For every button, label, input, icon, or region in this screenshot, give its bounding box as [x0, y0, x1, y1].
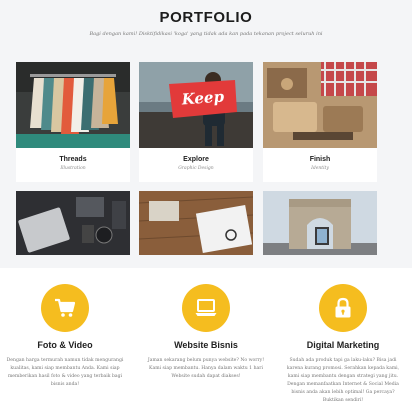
service-title: Foto & Video — [37, 340, 93, 350]
portfolio-item-desk[interactable] — [16, 191, 130, 255]
portfolio-image-desk[interactable] — [16, 191, 130, 255]
portfolio-subtitle: Bagi dengan kami! Disktifidikasi 'koga' … — [89, 31, 323, 37]
portfolio-image-arch[interactable] — [263, 191, 377, 255]
portfolio-item-arch[interactable] — [263, 191, 377, 255]
portfolio-image-threads[interactable] — [16, 62, 130, 148]
portfolio-item-subtitle: Graphic Design — [178, 166, 214, 171]
service-icon-circle — [182, 284, 230, 332]
service-description: Jaman sekarang belum punya website? No w… — [147, 358, 265, 379]
portfolio-item-threads[interactable]: Threads Illustration — [16, 62, 130, 182]
service-description: Sudah ada produk tapi ga laku-laku? Bisa… — [286, 358, 400, 403]
service-title: Digital Marketing — [306, 340, 380, 350]
portfolio-item-title: Threads — [59, 156, 87, 163]
portfolio-item-workspace[interactable] — [139, 191, 253, 255]
portfolio-section: PORTFOLIO Bagi dengan kami! Disktifidika… — [0, 0, 412, 268]
portfolio-title: PORTFOLIO — [159, 9, 253, 26]
lock-icon — [335, 297, 351, 318]
portfolio-caption: Threads Illustration — [16, 148, 130, 182]
portfolio-caption: Explore Graphic Design — [139, 148, 253, 182]
portfolio-image-finish[interactable] — [263, 62, 377, 148]
portfolio-item-explore[interactable]: Keep Explore Graphic Design — [139, 62, 253, 182]
portfolio-item-subtitle: Illustration — [60, 166, 86, 171]
portfolio-image-explore[interactable]: Keep — [139, 62, 253, 148]
service-description: Dengan harga termurah namun tidak mengur… — [6, 358, 124, 387]
portfolio-item-title: Explore — [183, 156, 209, 163]
portfolio-item-finish[interactable]: Finish Identity — [263, 62, 377, 182]
service-title: Website Bisnis — [174, 340, 238, 350]
portfolio-item-title: Finish — [309, 156, 331, 163]
service-icon-circle — [319, 284, 367, 332]
service-icon-circle — [41, 284, 89, 332]
shopping-cart-icon — [55, 298, 76, 317]
portfolio-caption: Finish Identity — [263, 148, 377, 182]
portfolio-image-workspace[interactable] — [139, 191, 253, 255]
portfolio-item-subtitle: Identity — [311, 166, 329, 171]
laptop-icon — [195, 299, 217, 316]
keep-sign-text: Keep — [180, 88, 225, 109]
